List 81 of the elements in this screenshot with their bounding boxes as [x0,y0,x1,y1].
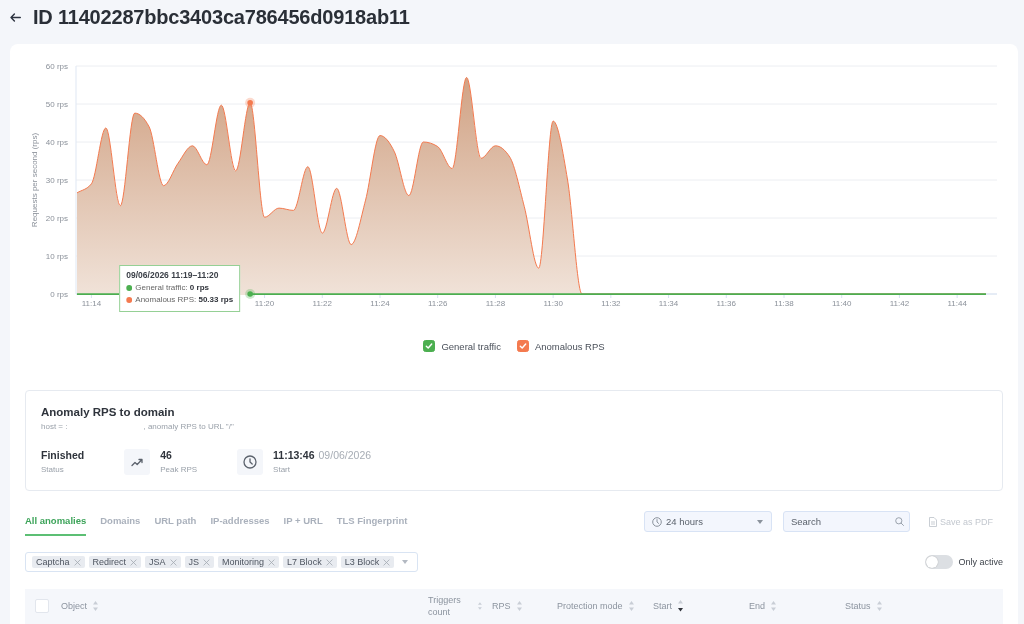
caret-icon [756,519,763,524]
toggle-switch[interactable] [925,555,954,569]
stat-label: Peak RPS [160,465,198,475]
tab[interactable]: URL path [154,511,197,536]
close-icon[interactable] [203,558,211,566]
y-axis-label: 40 rps [45,138,68,147]
data-point-icon [245,289,256,299]
x-axis-label: 11:32 [601,299,621,308]
tab[interactable]: All anomalies [25,511,87,536]
clock-icon [651,516,662,527]
filter-tag[interactable]: Redirect [88,556,142,568]
y-axis-label: 20 rps [45,214,68,223]
card-title: Anomaly RPS to domain [41,405,176,419]
x-axis-label: 11:14 [81,299,102,308]
close-icon[interactable] [383,558,391,566]
trend-up-icon [124,449,151,475]
stat-label: Start [273,465,291,475]
column-header[interactable]: Start [653,600,739,612]
filter-tag[interactable]: Monitoring [218,556,280,568]
legend-item[interactable]: General traffic [423,340,501,352]
tab[interactable]: IP + URL [283,511,323,536]
x-axis-label: 11:22 [312,299,332,308]
close-icon[interactable] [169,558,177,566]
toggle-label: Only active [958,557,1003,567]
document-icon [928,516,937,527]
close-icon[interactable] [268,558,276,566]
tooltip-title: 09/06/2026 11:19–11:20 [126,270,220,280]
caret-icon [402,560,409,564]
column-header[interactable]: Object [61,600,418,612]
x-axis-label: 11:44 [947,299,967,308]
column-header[interactable]: Status [845,600,993,612]
y-axis-label: 10 rps [45,252,68,261]
stat-value: Finished [41,449,85,462]
y-axis-label: 50 rps [45,100,68,109]
x-axis-label: 11:20 [254,299,275,308]
clock-icon [237,449,264,475]
x-axis-label: 11:26 [428,299,448,308]
select-all-checkbox[interactable] [35,599,49,613]
search-field[interactable]: Search [782,511,910,532]
close-icon[interactable] [325,558,333,566]
column-header[interactable]: Protection mode [557,600,643,612]
y-axis-label: 30 rps [45,176,68,185]
filter-tag[interactable]: L3 Block [340,556,395,568]
x-axis-label: 11:36 [716,299,736,308]
close-icon[interactable] [73,558,81,566]
page-title: ID 11402287bbc3403ca786456d0918ab11 [33,5,410,29]
y-axis-label: 0 rps [50,290,68,299]
time-range-select[interactable]: 24 hours [643,511,772,532]
tooltip-text: General traffic: 0 rps [135,282,209,294]
x-axis-label: 11:34 [658,299,679,308]
data-point-icon [245,97,256,108]
x-axis-label: 11:40 [832,299,852,308]
close-icon[interactable] [130,558,138,566]
stat-label: Status [41,465,65,475]
column-header[interactable]: Triggers count [428,594,482,618]
axis-title: Requests per second (rps) [30,132,39,228]
description-text: , anomaly RPS to URL "/" [143,422,234,432]
x-axis-label: 11:24 [370,299,390,308]
filter-tag[interactable]: Captcha [32,556,85,568]
tab[interactable]: Domains [100,511,141,536]
x-axis-label: 11:38 [774,299,794,308]
search-icon [894,517,904,526]
filter-tag[interactable]: L7 Block [283,556,337,568]
arrow-left-icon[interactable] [10,12,21,22]
legend-item[interactable]: Anomalous RPS [516,340,605,352]
stat-value: 11:13:46 [273,449,315,462]
filter-select[interactable]: Captcha Redirect JSA JS Monitoring L7 Block L3 Block [25,552,418,572]
x-axis-label: 11:28 [485,299,506,308]
stat-date: 09/06/2026 [318,449,372,462]
tooltip-text: Anomalous RPS: 50.33 rps [135,294,234,306]
stat-value: 46 [160,449,172,462]
column-header[interactable]: End [749,600,835,612]
y-axis-label: 60 rps [45,62,68,71]
tab[interactable]: TLS Fingerprint [336,511,408,536]
description-text: host = : [41,422,68,432]
column-header[interactable]: RPS [492,600,547,612]
x-axis-label: 11:30 [543,299,563,308]
x-axis-label: 11:42 [889,299,910,308]
filter-tag[interactable]: JS [184,556,215,568]
tab[interactable]: IP-addresses [210,511,270,536]
filter-tag[interactable]: JSA [145,556,181,568]
